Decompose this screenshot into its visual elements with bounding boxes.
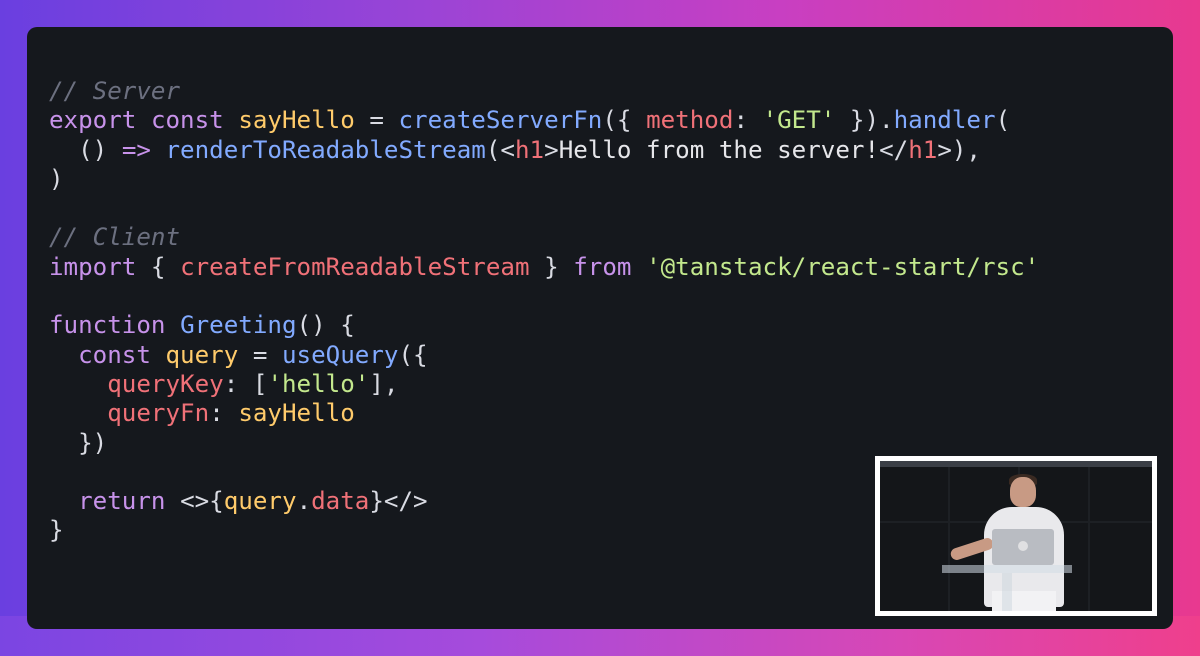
code-token: (< (485, 135, 515, 164)
podium-stand (1002, 573, 1012, 611)
code-token: method (646, 106, 734, 135)
code-token: const (78, 340, 151, 369)
code-token: data (311, 487, 370, 516)
code-token: sayHello (238, 106, 355, 135)
code-token: Hello from the server! (558, 135, 880, 164)
code-line: () => renderToReadableStream(<h1>Hello f… (49, 136, 1173, 165)
code-token: query (223, 487, 297, 516)
code-line: queryFn: sayHello (49, 399, 1173, 428)
code-token: from (573, 252, 632, 281)
code-line: // Client (49, 223, 1173, 252)
code-token: : [ (223, 369, 268, 398)
code-token: queryFn (107, 399, 210, 428)
code-token: ], (369, 369, 399, 398)
code-token: : (209, 399, 239, 428)
code-token: useQuery (282, 340, 399, 369)
code-token: handler (893, 106, 996, 135)
code-token: ( (995, 106, 1011, 135)
code-token: return (78, 487, 166, 516)
code-line: export const sayHello = createServerFn({… (49, 106, 1173, 135)
code-token: Greeting (180, 311, 297, 340)
code-line: ) (49, 165, 1173, 194)
code-token: createServerFn (398, 106, 603, 135)
code-token: { (136, 252, 181, 281)
code-line: queryKey: ['hello'], (49, 370, 1173, 399)
code-token: 'GET' (762, 106, 836, 135)
code-token: h1 (515, 135, 545, 164)
code-token: ({ (602, 106, 647, 135)
code-token: 'hello' (267, 369, 370, 398)
code-token: '@tanstack/react-start/rsc' (646, 252, 1040, 281)
code-token: . (296, 487, 312, 516)
code-token: sayHello (238, 399, 355, 428)
code-token: = (354, 106, 399, 135)
code-token: >), (937, 135, 981, 164)
code-token: function (49, 311, 166, 340)
presenter-video[interactable] (875, 456, 1157, 616)
code-token: import (49, 252, 137, 281)
code-line: import { createFromReadableStream } from… (49, 253, 1173, 282)
code-token: ({ (398, 340, 428, 369)
code-token: const (150, 106, 224, 135)
podium (942, 565, 1072, 573)
code-token: // Server (49, 77, 181, 105)
code-line: // Server (49, 77, 1173, 106)
code-token: () (78, 135, 122, 164)
code-line: const query = useQuery({ (49, 341, 1173, 370)
code-token: }) (78, 428, 108, 457)
code-token: h1 (908, 135, 938, 164)
code-token: => (121, 135, 151, 164)
code-token: } (49, 516, 64, 545)
presenter-head (1010, 477, 1036, 507)
code-token: query (165, 340, 239, 369)
code-token: // Client (49, 223, 181, 252)
code-token: ) (49, 164, 64, 193)
code-token: = (238, 340, 282, 369)
code-token: () { (296, 311, 355, 340)
code-token: <>{ (180, 487, 224, 516)
code-line: }) (49, 429, 1173, 458)
video-frame (880, 461, 1152, 611)
code-token: export (49, 106, 137, 135)
laptop (992, 529, 1054, 565)
code-token: createFromReadableStream (180, 252, 530, 281)
code-token: }). (835, 106, 894, 135)
code-token: > (544, 135, 559, 164)
code-token: </ (879, 135, 909, 164)
code-token: } (529, 252, 574, 281)
code-token: queryKey (107, 369, 224, 398)
code-token: renderToReadableStream (165, 135, 486, 164)
code-line: function Greeting() { (49, 311, 1173, 340)
laptop-logo-icon (1018, 541, 1028, 551)
code-token: : (733, 106, 763, 135)
stage-lights (880, 461, 1152, 467)
code-token: }</> (369, 487, 428, 516)
